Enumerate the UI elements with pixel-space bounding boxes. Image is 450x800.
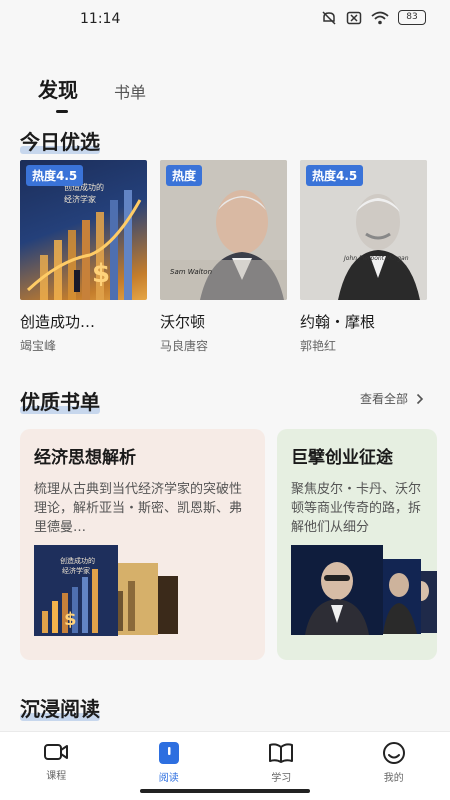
heat-badge: 热度4.5 (26, 165, 84, 186)
svg-text:创造成功的: 创造成功的 (60, 556, 95, 565)
status-time: 11:14 (80, 11, 121, 27)
smile-icon (382, 742, 405, 764)
svg-text:$: $ (64, 609, 77, 630)
open-book-icon (269, 743, 294, 763)
book-title[interactable]: 沃尔顿 (160, 311, 287, 332)
book-cover[interactable]: Sam Walton 热度 (160, 160, 287, 300)
svg-text:$: $ (92, 259, 110, 289)
book-author: 竭宝峰 (20, 339, 57, 353)
section-title-quality-text: 优质书单 (20, 390, 100, 414)
book-title[interactable]: 创造成功… (20, 311, 147, 332)
section-title-daily-text: 今日优选 (20, 130, 100, 154)
nav-courses[interactable]: 课程 (0, 732, 113, 800)
top-tabs: 发现 书单 (38, 74, 146, 113)
book-card[interactable]: Sam Walton 热度 沃尔顿 马良唐容 (160, 160, 287, 354)
section-title-immersive-text: 沉浸阅读 (20, 697, 100, 721)
nav-label: 学习 (271, 773, 292, 784)
booklist-name: 经济思想解析 (34, 448, 136, 468)
booklist-card[interactable]: 巨擘创业征途 聚焦皮尔・卡丹、沃尔顿等商业传奇的路，拆解他们从细分 (277, 429, 437, 660)
book-author: 马良唐容 (160, 339, 209, 353)
nav-profile[interactable]: 我的 (338, 732, 450, 800)
book-card[interactable]: $ 创造成功的 经济学家 热度4.5 创造成功… 竭宝峰 (20, 160, 147, 354)
booklist-desc: 聚焦皮尔・卡丹、沃尔顿等商业传奇的路，拆解他们从细分 (291, 482, 422, 535)
booklist-desc: 梳理从古典到当代经济学家的突破性理论，解析亚当・斯密、凯恩斯、弗里德曼… (34, 482, 243, 535)
mute-icon (322, 10, 336, 25)
status-bar: 11:14 83 (0, 0, 450, 40)
svg-text:Sam Walton: Sam Walton (170, 268, 212, 276)
svg-text:经济学家: 经济学家 (62, 566, 90, 575)
home-indicator[interactable] (140, 789, 310, 793)
section-title-quality: 优质书单 (20, 386, 100, 415)
sim-off-icon (346, 11, 362, 24)
booklist-covers (291, 541, 437, 640)
nav-label: 我的 (383, 773, 404, 784)
video-icon (44, 744, 69, 760)
chevron-right-icon (416, 393, 424, 404)
tab-booklist[interactable]: 书单 (114, 79, 146, 103)
nav-label: 课程 (46, 771, 67, 782)
heat-badge: 热度 (166, 165, 203, 186)
booklist-card[interactable]: 经济思想解析 梳理从古典到当代经济学家的突破性理论，解析亚当・斯密、凯恩斯、弗里… (20, 429, 265, 660)
booklist-covers: $ 创造成功的 经济学家 (34, 541, 184, 640)
tab-discover[interactable]: 发现 (38, 74, 78, 113)
nav-label: 阅读 (158, 773, 179, 784)
see-all-label: 查看全部 (359, 392, 408, 406)
booklist-name: 巨擘创业征途 (291, 448, 393, 468)
svg-text:经济学家: 经济学家 (64, 194, 96, 204)
book-card[interactable]: John Pierpont Morgan 热度4.5 约翰・摩根 郭艳红 (300, 160, 427, 354)
book-title[interactable]: 约翰・摩根 (300, 311, 427, 332)
battery-icon: 83 (398, 10, 426, 25)
heat-badge: 热度4.5 (306, 165, 364, 186)
daily-book-list: $ 创造成功的 经济学家 热度4.5 创造成功… 竭宝峰 Sam Walton … (20, 160, 427, 354)
svg-text:John Pierpont Morgan: John Pierpont Morgan (343, 255, 409, 262)
section-title-immersive: 沉浸阅读 (20, 693, 100, 722)
booklist-carousel: 经济思想解析 梳理从古典到当代经济学家的突破性理论，解析亚当・斯密、凯恩斯、弗里… (20, 429, 437, 660)
book-cover[interactable]: $ 创造成功的 经济学家 热度4.5 (20, 160, 147, 300)
status-icons: 83 (321, 10, 426, 25)
book-cover[interactable]: John Pierpont Morgan 热度4.5 (300, 160, 427, 300)
see-all-button[interactable]: 查看全部 (360, 390, 424, 407)
book-active-icon (158, 742, 179, 764)
wifi-icon (371, 11, 389, 24)
book-author: 郭艳红 (300, 339, 337, 353)
section-title-daily: 今日优选 (20, 126, 100, 155)
